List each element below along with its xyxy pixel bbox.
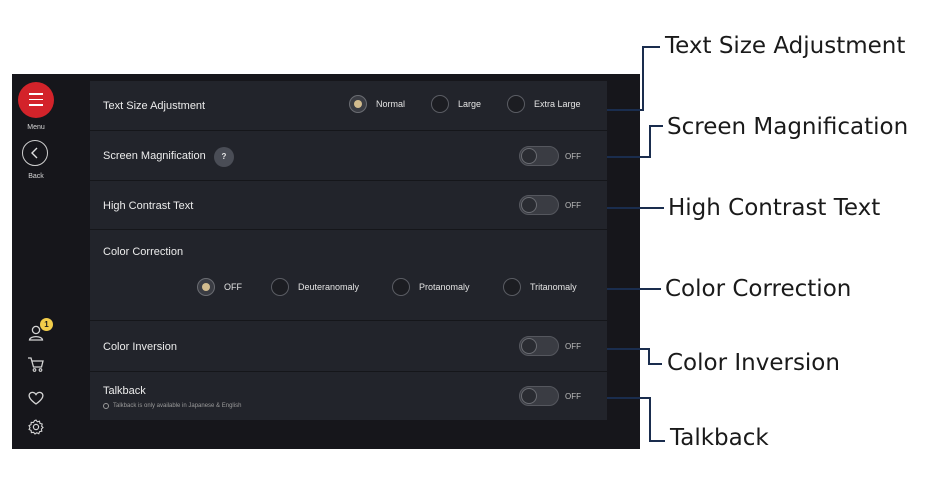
row-label-high-contrast: High Contrast Text bbox=[103, 200, 194, 212]
radio-label: Extra Large bbox=[534, 99, 581, 109]
toggle-state: OFF bbox=[565, 151, 581, 161]
row-label-color-inversion: Color Inversion bbox=[103, 341, 177, 353]
radio-large[interactable]: Large bbox=[431, 95, 507, 113]
hamburger-icon bbox=[29, 93, 43, 107]
radio-label: Protanomaly bbox=[419, 282, 470, 292]
row-label-talkback: Talkback bbox=[103, 385, 146, 397]
row-label-text-size: Text Size Adjustment bbox=[103, 100, 206, 112]
toggle-track bbox=[519, 336, 559, 356]
side-rail: Menu Back 1 bbox=[12, 74, 60, 449]
toggle-state: OFF bbox=[565, 200, 581, 210]
menu-label: Menu bbox=[27, 124, 45, 131]
radio-label: Tritanomaly bbox=[530, 282, 577, 292]
chevron-left-icon bbox=[31, 147, 38, 159]
callout-color-correction: Color Correction bbox=[665, 276, 852, 302]
callout-connector bbox=[649, 440, 665, 442]
row-talkback: Talkback Talkback is only available in J… bbox=[90, 372, 607, 420]
callout-connector bbox=[607, 109, 644, 111]
toggle-track bbox=[519, 195, 559, 215]
talkback-note-text: Talkback is only available in Japanese &… bbox=[113, 403, 242, 409]
radio-protanomaly[interactable]: Protanomaly bbox=[392, 278, 503, 296]
radio-off[interactable]: OFF bbox=[197, 278, 271, 296]
row-screen-magnification: Screen Magnification ? OFF bbox=[90, 131, 607, 181]
menu-button[interactable] bbox=[18, 82, 54, 118]
back-label: Back bbox=[28, 173, 44, 180]
toggle-state: OFF bbox=[565, 391, 581, 401]
callout-connector bbox=[607, 156, 651, 158]
radio-indicator bbox=[431, 95, 449, 113]
callout-connector bbox=[607, 397, 651, 399]
heart-icon[interactable] bbox=[26, 388, 46, 408]
back-button[interactable] bbox=[22, 140, 48, 166]
cart-icon[interactable] bbox=[26, 354, 46, 374]
color-correction-options: OFF Deuteranomaly Protanomaly Tritanomal… bbox=[197, 278, 577, 296]
radio-label: Deuteranomaly bbox=[298, 282, 360, 292]
toggle-screen-magnification[interactable]: OFF bbox=[519, 146, 581, 166]
callout-connector bbox=[607, 288, 661, 290]
toggle-color-inversion[interactable]: OFF bbox=[519, 336, 581, 356]
radio-indicator bbox=[197, 278, 215, 296]
row-color-inversion: Color Inversion OFF bbox=[90, 321, 607, 372]
radio-label: OFF bbox=[224, 282, 242, 292]
toggle-high-contrast[interactable]: OFF bbox=[519, 195, 581, 215]
radio-indicator bbox=[271, 278, 289, 296]
callout-connector bbox=[607, 207, 664, 209]
row-text-size: Text Size Adjustment Normal Large Extra … bbox=[90, 81, 607, 131]
callout-text-size: Text Size Adjustment bbox=[665, 33, 906, 59]
radio-normal[interactable]: Normal bbox=[349, 95, 431, 113]
gear-icon[interactable] bbox=[26, 417, 46, 437]
callout-connector bbox=[607, 348, 650, 350]
row-label-screen-magnification: Screen Magnification bbox=[103, 150, 206, 162]
callout-color-inversion: Color Inversion bbox=[667, 350, 840, 376]
row-color-correction: Color Correction OFF Deuteranomaly Prota… bbox=[90, 230, 607, 321]
row-high-contrast: High Contrast Text OFF bbox=[90, 181, 607, 230]
callout-talkback: Talkback bbox=[670, 425, 769, 451]
toggle-state: OFF bbox=[565, 341, 581, 351]
radio-tritanomaly[interactable]: Tritanomaly bbox=[503, 278, 577, 296]
kiosk-screen: Menu Back 1 Text Size Adjustment Normal … bbox=[12, 74, 640, 449]
notification-badge: 1 bbox=[40, 318, 53, 331]
callout-connector bbox=[649, 125, 663, 127]
radio-extra-large[interactable]: Extra Large bbox=[507, 95, 581, 113]
accessibility-settings-panel: Text Size Adjustment Normal Large Extra … bbox=[90, 81, 607, 420]
callout-connector bbox=[642, 46, 660, 48]
callout-high-contrast: High Contrast Text bbox=[668, 195, 881, 221]
row-label-color-correction: Color Correction bbox=[103, 246, 184, 258]
radio-indicator bbox=[507, 95, 525, 113]
help-button[interactable]: ? bbox=[214, 147, 234, 167]
callout-connector bbox=[649, 125, 651, 158]
toggle-track bbox=[519, 146, 559, 166]
radio-label: Normal bbox=[376, 99, 406, 109]
radio-indicator bbox=[392, 278, 410, 296]
radio-label: Large bbox=[458, 99, 482, 109]
talkback-note: Talkback is only available in Japanese &… bbox=[103, 403, 241, 409]
radio-indicator bbox=[503, 278, 521, 296]
radio-deuteranomaly[interactable]: Deuteranomaly bbox=[271, 278, 392, 296]
callout-connector bbox=[648, 363, 662, 365]
text-size-options: Normal Large Extra Large bbox=[349, 95, 581, 113]
callout-screen-magnification: Screen Magnification bbox=[667, 114, 909, 140]
toggle-talkback[interactable]: OFF bbox=[519, 386, 581, 406]
callout-connector bbox=[642, 46, 644, 111]
toggle-track bbox=[519, 386, 559, 406]
callout-connector bbox=[649, 397, 651, 442]
info-icon bbox=[103, 403, 109, 409]
radio-indicator bbox=[349, 95, 367, 113]
